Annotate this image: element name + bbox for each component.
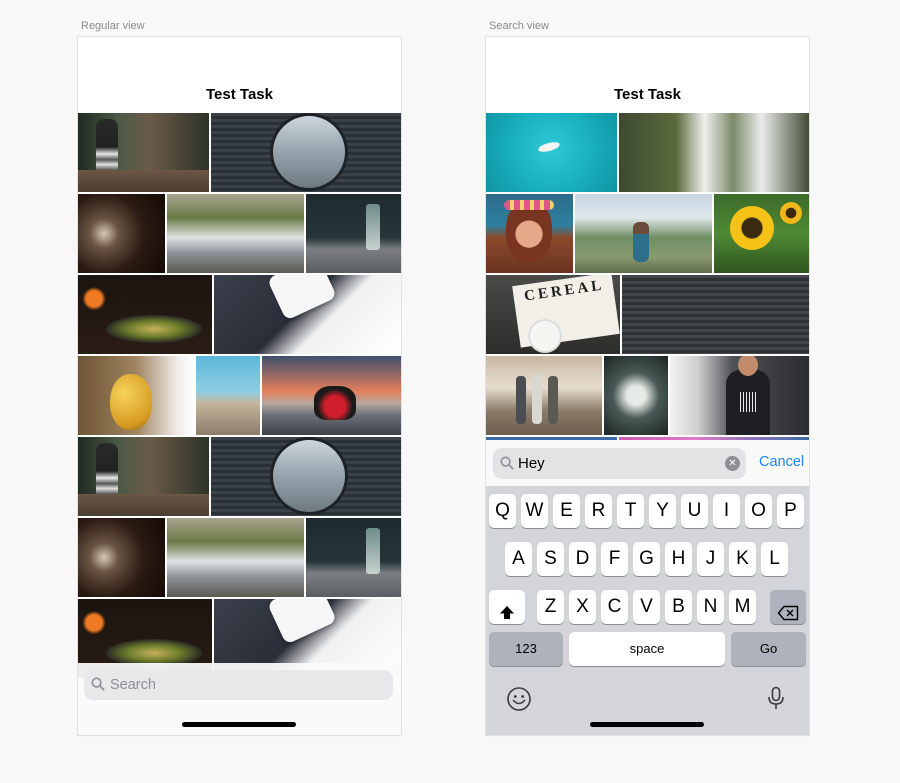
home-indicator[interactable] [590,722,704,727]
key-w[interactable]: W [521,494,548,528]
photo-thumbnail[interactable] [486,356,602,435]
key-i[interactable]: I [713,494,740,528]
key-t[interactable]: T [617,494,644,528]
shift-icon [499,599,515,633]
photo-thumbnail[interactable] [78,518,165,597]
key-c[interactable]: C [601,590,628,624]
key-v[interactable]: V [633,590,660,624]
photo-thumbnail[interactable] [78,275,212,354]
photo-thumbnail[interactable] [262,356,401,435]
photo-thumbnail[interactable] [670,356,809,435]
key-s[interactable]: S [537,542,564,576]
key-l[interactable]: L [761,542,788,576]
go-key[interactable]: Go [731,632,806,666]
key-a[interactable]: A [505,542,532,576]
key-e[interactable]: E [553,494,580,528]
photo-thumbnail[interactable] [604,356,668,435]
microphone-icon[interactable] [767,686,785,717]
key-d[interactable]: D [569,542,596,576]
photo-thumbnail[interactable] [214,275,401,354]
search-input[interactable]: Hey ✕ [493,448,746,479]
key-y[interactable]: Y [649,494,676,528]
search-value: Hey [518,455,545,472]
key-m[interactable]: M [729,590,756,624]
key-p[interactable]: P [777,494,804,528]
photo-thumbnail[interactable] [78,194,165,273]
key-u[interactable]: U [681,494,708,528]
key-b[interactable]: B [665,590,692,624]
photo-thumbnail[interactable] [306,194,401,273]
photo-thumbnail[interactable] [167,518,304,597]
photo-thumbnail[interactable] [306,518,401,597]
page-title: Test Task [206,86,273,103]
key-g[interactable]: G [633,542,660,576]
photo-thumbnail[interactable] [622,275,809,354]
cancel-button[interactable]: Cancel [759,454,804,470]
emoji-icon[interactable] [506,686,532,717]
photo-thumbnail[interactable] [211,437,401,516]
keyboard: Q W E R T Y U I O P A S D F G H J K L Z … [486,486,809,735]
regular-view-label: Regular view [81,20,145,32]
space-key[interactable]: space [569,632,725,666]
photo-thumbnail[interactable] [167,194,304,273]
search-view-screen: Test Task CEREAL Hey ✕ Cancel Q W E R T … [486,37,809,735]
key-x[interactable]: X [569,590,596,624]
home-indicator[interactable] [182,722,296,727]
key-q[interactable]: Q [489,494,516,528]
photo-thumbnail[interactable] [78,437,209,516]
photo-thumbnail[interactable] [486,194,573,273]
page-title: Test Task [614,86,681,103]
photo-thumbnail[interactable] [196,356,260,435]
delete-icon [777,599,799,633]
numbers-key[interactable]: 123 [489,632,563,666]
regular-view-screen: Test Task Search [78,37,401,735]
key-f[interactable]: F [601,542,628,576]
search-input[interactable]: Search [84,670,393,700]
photo-grid[interactable] [78,113,401,735]
delete-key[interactable] [770,590,806,624]
photo-thumbnail[interactable] [575,194,712,273]
shift-key[interactable] [489,590,525,624]
key-o[interactable]: O [745,494,772,528]
key-r[interactable]: R [585,494,612,528]
key-j[interactable]: J [697,542,724,576]
key-k[interactable]: K [729,542,756,576]
photo-thumbnail[interactable] [78,113,209,192]
search-bar-container: Hey ✕ Cancel [486,440,809,486]
clear-icon[interactable]: ✕ [725,456,740,471]
photo-thumbnail[interactable] [486,113,617,192]
search-icon [91,677,105,696]
search-icon [500,456,514,475]
key-h[interactable]: H [665,542,692,576]
photo-thumbnail[interactable] [619,113,809,192]
key-z[interactable]: Z [537,590,564,624]
search-placeholder: Search [110,677,156,693]
photo-thumbnail[interactable] [78,356,194,435]
search-view-label: Search view [489,20,549,32]
photo-thumbnail[interactable]: CEREAL [486,275,620,354]
photo-thumbnail[interactable] [211,113,401,192]
photo-thumbnail[interactable] [714,194,809,273]
key-n[interactable]: N [697,590,724,624]
